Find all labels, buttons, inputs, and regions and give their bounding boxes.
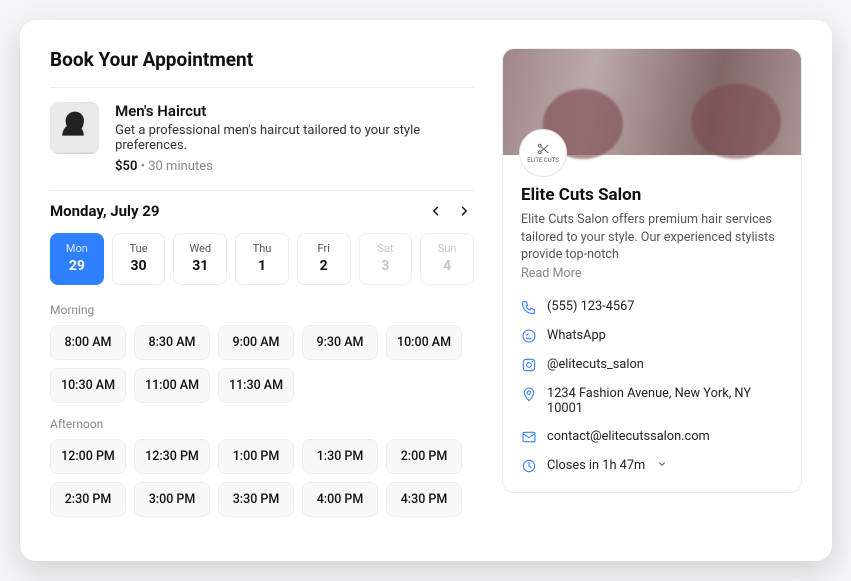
service-row: Men's Haircut Get a professional men's h… <box>50 88 474 190</box>
contact-email[interactable]: contact@elitecutssalon.com <box>521 429 783 445</box>
time-slot-button[interactable]: 4:30 PM <box>386 482 462 517</box>
day-option[interactable]: Fri 2 <box>297 233 351 285</box>
day-option[interactable]: Thu 1 <box>235 233 289 285</box>
day-number: 2 <box>298 258 350 274</box>
page-title: Book Your Appointment <box>50 48 474 71</box>
day-dow: Sun <box>421 242 473 255</box>
salon-cover-image: ELITE CUTS <box>503 49 801 155</box>
next-week-button[interactable] <box>454 201 474 221</box>
contact-whatsapp-text: WhatsApp <box>547 328 606 343</box>
day-option[interactable]: Tue 30 <box>112 233 166 285</box>
location-pin-icon <box>521 386 537 402</box>
time-slot-button[interactable]: 12:00 PM <box>50 439 126 474</box>
time-slot-button[interactable]: 2:00 PM <box>386 439 462 474</box>
chevron-down-icon <box>655 458 667 473</box>
contact-phone[interactable]: (555) 123-4567 <box>521 299 783 315</box>
slot-sections: Morning 8:00 AM8:30 AM9:00 AM9:30 AM10:00… <box>50 303 474 517</box>
time-slot-button[interactable]: 10:30 AM <box>50 368 126 403</box>
service-name: Men's Haircut <box>115 102 474 120</box>
service-duration: 30 minutes <box>148 159 213 174</box>
divider <box>50 190 474 191</box>
salon-card: ELITE CUTS Elite Cuts Salon Elite Cuts S… <box>502 48 802 493</box>
day-dow: Fri <box>298 242 350 255</box>
day-option[interactable]: Mon 29 <box>50 233 104 285</box>
booking-card: Book Your Appointment Men's Haircut Get … <box>20 20 832 561</box>
time-slot-button[interactable]: 3:00 PM <box>134 482 210 517</box>
day-number: 4 <box>421 258 473 274</box>
salon-name: Elite Cuts Salon <box>521 185 783 205</box>
time-slot-button[interactable]: 8:00 AM <box>50 325 126 360</box>
day-number: 1 <box>236 258 288 274</box>
time-slot-button[interactable]: 8:30 AM <box>134 325 210 360</box>
time-slot-grid: 12:00 PM12:30 PM1:00 PM1:30 PM2:00 PM 2:3… <box>50 439 474 517</box>
time-slot-button[interactable]: 9:00 AM <box>218 325 294 360</box>
day-number: 3 <box>360 258 412 274</box>
day-option[interactable]: Wed 31 <box>173 233 227 285</box>
salon-description: Elite Cuts Salon offers premium hair ser… <box>521 211 783 264</box>
clock-icon <box>521 458 537 474</box>
contact-hours[interactable]: Closes in 1h 47m <box>521 458 783 474</box>
person-silhouette-icon <box>50 102 99 154</box>
day-option: Sun 4 <box>420 233 474 285</box>
salon-panel: ELITE CUTS Elite Cuts Salon Elite Cuts S… <box>502 48 802 531</box>
day-number: 29 <box>51 258 103 274</box>
day-dow: Tue <box>113 242 165 255</box>
day-picker: Mon 29 Tue 30 Wed 31 Thu 1 Fri 2 Sat 3 Sun 4 <box>50 233 474 285</box>
salon-body: Elite Cuts Salon Elite Cuts Salon offers… <box>503 155 801 492</box>
service-avatar <box>50 102 99 154</box>
contact-email-text: contact@elitecutssalon.com <box>547 429 710 444</box>
service-info: Men's Haircut Get a professional men's h… <box>115 102 474 174</box>
contact-hours-text: Closes in 1h 47m <box>547 458 645 473</box>
contact-instagram[interactable]: @elitecuts_salon <box>521 357 783 373</box>
chevron-left-icon <box>430 205 442 217</box>
day-dow: Wed <box>174 242 226 255</box>
current-date-label: Monday, July 29 <box>50 202 160 220</box>
contact-whatsapp[interactable]: WhatsApp <box>521 328 783 344</box>
time-slot-button[interactable]: 10:00 AM <box>386 325 462 360</box>
day-dow: Mon <box>51 242 103 255</box>
service-meta: $50 • 30 minutes <box>115 159 474 174</box>
time-section-label: Morning <box>50 303 474 317</box>
day-option: Sat 3 <box>359 233 413 285</box>
whatsapp-icon <box>521 328 537 344</box>
time-slot-button[interactable]: 4:00 PM <box>302 482 378 517</box>
day-number: 30 <box>113 258 165 274</box>
contact-phone-text: (555) 123-4567 <box>547 299 634 314</box>
time-slot-grid: 8:00 AM8:30 AM9:00 AM9:30 AM10:00 AM 10:3… <box>50 325 474 403</box>
time-slot-button[interactable]: 1:00 PM <box>218 439 294 474</box>
salon-logo-badge: ELITE CUTS <box>519 129 567 177</box>
service-description: Get a professional men's haircut tailore… <box>115 123 474 153</box>
time-slot-button[interactable]: 3:30 PM <box>218 482 294 517</box>
booking-left-panel: Book Your Appointment Men's Haircut Get … <box>50 48 474 531</box>
mail-icon <box>521 429 537 445</box>
date-nav <box>426 201 474 221</box>
time-section-label: Afternoon <box>50 417 474 431</box>
time-slot-button[interactable]: 2:30 PM <box>50 482 126 517</box>
service-separator: • <box>137 159 148 174</box>
chevron-right-icon <box>458 205 470 217</box>
day-dow: Sat <box>360 242 412 255</box>
contact-address-text: 1234 Fashion Avenue, New York, NY 10001 <box>547 386 783 416</box>
day-number: 31 <box>174 258 226 274</box>
day-dow: Thu <box>236 242 288 255</box>
read-more-link[interactable]: Read More <box>521 266 783 281</box>
time-slot-button[interactable]: 11:30 AM <box>218 368 294 403</box>
time-slot-button[interactable]: 11:00 AM <box>134 368 210 403</box>
scissors-icon <box>535 141 551 157</box>
time-slot-button[interactable]: 12:30 PM <box>134 439 210 474</box>
prev-week-button[interactable] <box>426 201 446 221</box>
salon-contacts: (555) 123-4567 WhatsApp @elitecuts_salon <box>521 299 783 474</box>
contact-address[interactable]: 1234 Fashion Avenue, New York, NY 10001 <box>521 386 783 416</box>
time-slot-button[interactable]: 1:30 PM <box>302 439 378 474</box>
salon-logo-text: ELITE CUTS <box>527 158 559 165</box>
contact-instagram-text: @elitecuts_salon <box>547 357 644 372</box>
date-header: Monday, July 29 <box>50 201 474 221</box>
instagram-icon <box>521 357 537 373</box>
service-price: $50 <box>115 159 137 174</box>
phone-icon <box>521 299 537 315</box>
time-slot-button[interactable]: 9:30 AM <box>302 325 378 360</box>
